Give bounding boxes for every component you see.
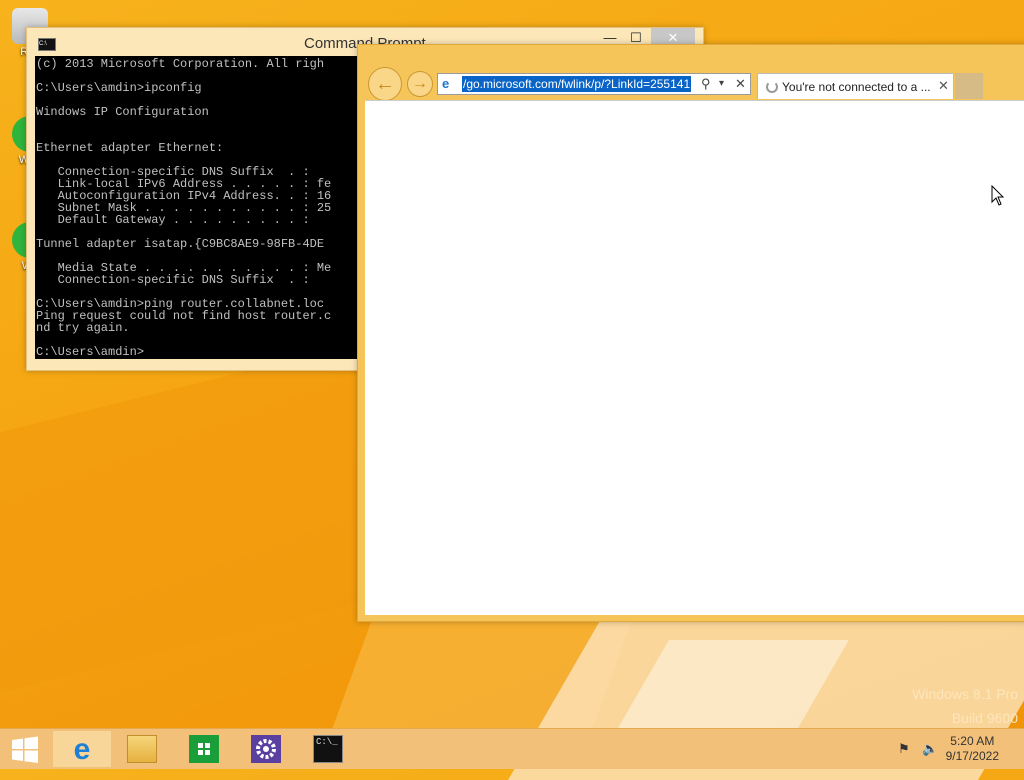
- tab-title: You're not connected to a ...: [782, 80, 931, 94]
- command-prompt-icon: C:\_: [313, 735, 343, 763]
- mouse-cursor-icon: [991, 185, 1005, 206]
- address-bar[interactable]: e /go.microsoft.com/fwlink/p/?LinkId=255…: [437, 73, 751, 95]
- gear-icon: [251, 735, 281, 763]
- console-text: (c) 2013 Microsoft Corporation. All righ…: [36, 57, 332, 359]
- windows-logo-icon: [12, 736, 38, 763]
- ie-page-icon: e: [442, 76, 450, 91]
- system-clock[interactable]: 5:20 AM 9/17/2022: [946, 734, 999, 764]
- back-button[interactable]: ←: [368, 67, 402, 101]
- clock-date: 9/17/2022: [945, 749, 999, 763]
- taskbar: e C:\_ ⚑ 🔈 5:20 AM 9/17/2022: [0, 728, 1024, 769]
- stop-icon[interactable]: ✕: [735, 76, 746, 92]
- windows-build-watermark: Build 9600: [951, 710, 1018, 726]
- search-icon[interactable]: ⚲: [701, 76, 711, 92]
- folder-icon: [127, 735, 157, 763]
- taskbar-file-explorer[interactable]: [113, 730, 173, 768]
- address-url[interactable]: /go.microsoft.com/fwlink/p/?LinkId=25514…: [462, 76, 692, 92]
- new-tab-button[interactable]: [955, 73, 983, 99]
- cmd-app-icon[interactable]: C:\: [38, 38, 56, 51]
- internet-explorer-window[interactable]: ← → e /go.microsoft.com/fwlink/p/?LinkId…: [357, 44, 1024, 622]
- taskbar-command-prompt[interactable]: C:\_: [299, 730, 359, 768]
- taskbar-internet-explorer[interactable]: e: [52, 730, 112, 768]
- clock-time: 5:20 AM: [950, 734, 995, 748]
- start-button[interactable]: [0, 730, 50, 768]
- console-output[interactable]: (c) 2013 Microsoft Corporation. All righ…: [35, 56, 357, 359]
- windows-edition-watermark: Windows 8.1 Pro: [912, 686, 1018, 702]
- forward-button[interactable]: →: [407, 71, 433, 97]
- volume-icon[interactable]: 🔈: [922, 741, 938, 757]
- network-icon[interactable]: ⚑: [898, 741, 910, 757]
- tab-close-icon[interactable]: ✕: [938, 78, 949, 94]
- internet-explorer-icon: e: [73, 733, 91, 766]
- page-content[interactable]: [365, 100, 1024, 615]
- taskbar-store[interactable]: [175, 730, 235, 768]
- store-icon: [189, 735, 219, 763]
- chevron-down-icon[interactable]: ▾: [719, 76, 724, 92]
- taskbar-settings[interactable]: [237, 730, 297, 768]
- loading-spinner-icon: [766, 81, 778, 93]
- ie-navigation-bar: ← → e /go.microsoft.com/fwlink/p/?LinkId…: [358, 45, 1024, 101]
- browser-tab[interactable]: You're not connected to a ... ✕: [757, 73, 954, 99]
